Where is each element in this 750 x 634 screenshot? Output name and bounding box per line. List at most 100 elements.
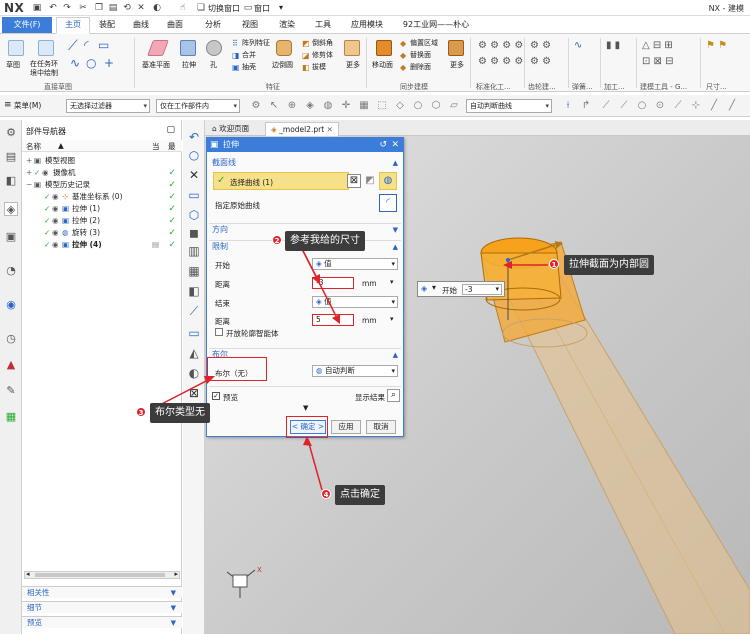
accordion-preview[interactable]: 预览 — [22, 616, 182, 629]
eye-icon[interactable]: ◉ — [52, 215, 59, 227]
expand-icon[interactable]: + — [26, 155, 32, 167]
system-scene-icon[interactable]: ▦ — [4, 410, 18, 424]
unit-dropdown-icon[interactable]: ▾ — [390, 315, 394, 323]
maximize-icon[interactable]: ▢ — [166, 125, 175, 135]
select-tool-icon[interactable]: ◍ — [322, 100, 334, 112]
grid-icon[interactable]: ▦ — [187, 264, 201, 278]
replace-face-icon[interactable]: ◆ — [400, 51, 406, 60]
scroll-right-icon[interactable]: ▸ — [174, 570, 178, 578]
sketch-in-task-button[interactable]: 在任务环境中绘制 — [30, 60, 64, 78]
tree-row-extrude-2[interactable]: ✓ ◉ ▣ 拉伸 (2) ✓ — [22, 215, 182, 227]
chamfer-icon[interactable]: ◩ — [302, 39, 310, 48]
window-menu-icon[interactable]: ▭ — [243, 3, 253, 13]
arc-icon[interactable]: ↶ — [187, 130, 201, 144]
expand-more-icon[interactable]: ▼ — [303, 404, 308, 412]
unite-button[interactable]: 合并 — [242, 50, 256, 60]
rectangle-tool-icon[interactable]: ▭ — [98, 38, 109, 52]
cylinder-icon[interactable]: ▥ — [187, 244, 201, 258]
cancel-button[interactable]: 取消 — [366, 420, 396, 434]
tab-92-site[interactable]: 92工业网——朴心 — [398, 18, 474, 32]
close-icon[interactable]: ✕ — [391, 138, 399, 152]
tab-assembly[interactable]: 装配 — [92, 18, 122, 32]
tree-row-revolve-3[interactable]: ✓ ◉ ◍ 旋转 (3) ✓ — [22, 227, 182, 239]
arc-tool-icon[interactable]: ◜ — [84, 38, 89, 52]
snap-icon[interactable]: ⟋ — [600, 100, 612, 112]
curve-rule-icon[interactable]: ◩ — [363, 174, 377, 188]
end-distance-input[interactable]: 5 — [312, 314, 354, 326]
tab-file[interactable]: 文件(F) — [2, 17, 52, 33]
datum-plane-button[interactable]: 基准平面 — [142, 60, 170, 70]
pattern-feature-button[interactable]: 阵列特征 — [242, 38, 270, 48]
build-tool-icon[interactable]: ⊡ ⊠ ⊟ — [642, 56, 674, 67]
type-filter-select[interactable]: 无选择过滤器 — [66, 99, 150, 113]
start-value-field[interactable]: -3 ▾ — [462, 284, 502, 295]
undo-icon[interactable]: ↶ — [48, 3, 58, 13]
dropdown-arrow-icon[interactable]: ▾ — [495, 285, 499, 294]
curve-rule-select[interactable]: 自动判断曲线 — [466, 99, 552, 113]
hole-icon[interactable] — [206, 40, 222, 56]
preview-checkbox[interactable]: ✓ — [212, 392, 220, 400]
select-curve-row[interactable]: ✓ 选择曲线 (1) — [213, 172, 349, 190]
std-tool-icon[interactable]: ⚙ ⚙ ⚙ ⚙ — [478, 40, 523, 51]
collapse-icon[interactable]: − — [26, 179, 32, 191]
replace-face-button[interactable]: 替换面 — [410, 50, 431, 60]
point-tool-icon[interactable]: + — [104, 56, 114, 70]
scope-select[interactable]: 仅在工作部件内 — [156, 99, 240, 113]
more-features-icon[interactable] — [344, 40, 360, 56]
eye-icon[interactable]: ◉ — [52, 227, 59, 239]
apply-button[interactable]: 应用 — [331, 420, 361, 434]
stop-at-intersection-icon[interactable]: ⟊ — [562, 100, 574, 112]
tree-row-history[interactable]: − ▣ 模型历史记录 ✓ — [22, 179, 182, 191]
chamfer-button[interactable]: 倒斜角 — [312, 38, 333, 48]
column-name[interactable]: 名称 — [26, 141, 41, 152]
rectangle-icon[interactable]: ▭ — [187, 188, 201, 202]
draft-icon[interactable]: ◧ — [302, 63, 310, 72]
sketch-icon[interactable] — [8, 40, 24, 56]
quick-access-more-icon[interactable]: ▾ — [279, 3, 283, 12]
circle-icon[interactable]: ○ — [187, 148, 201, 162]
tab-curve[interactable]: 曲线 — [126, 18, 156, 32]
tab-analysis[interactable]: 分析 — [198, 18, 228, 32]
onscreen-start-input[interactable]: ◈ ▾ 开始 -3 ▾ — [417, 281, 505, 297]
start-distance-input[interactable]: -3 — [312, 277, 354, 289]
gear-icon[interactable]: ⚙ ⚙ — [530, 56, 551, 67]
tree-row-datum-csys[interactable]: ✓ ◉ ⊹ 基准坐标系 (0) ✓ — [22, 191, 182, 203]
more-sync-icon[interactable] — [448, 40, 464, 56]
open-profile-checkbox[interactable] — [215, 328, 223, 336]
copy-icon[interactable]: ❐ — [94, 3, 104, 13]
shape-icon[interactable]: ◭ — [187, 346, 201, 360]
extrude-icon[interactable] — [180, 40, 196, 56]
rectangle-icon[interactable]: ▭ — [187, 326, 201, 340]
start-type-select[interactable]: ◈ 值 — [312, 258, 398, 270]
start-type-dropdown-icon[interactable]: ▾ — [432, 283, 436, 292]
select-tool-icon[interactable]: ◈ — [304, 100, 316, 112]
redo-icon[interactable]: ↷ — [62, 3, 72, 13]
curve-select-icon[interactable]: ◍ — [379, 172, 397, 190]
size-tool-icon[interactable]: ⚑ ⚑ — [706, 40, 727, 51]
menu-button[interactable]: 菜单(M) — [14, 100, 41, 111]
section-curve-header[interactable]: 截面线 — [209, 157, 401, 169]
extrude-button[interactable]: 拉伸 — [182, 60, 196, 70]
eye-icon[interactable]: ◉ — [52, 191, 59, 203]
snap-icon[interactable]: ⊹ — [690, 100, 702, 112]
hexagon-icon[interactable]: ⬡ — [187, 208, 201, 222]
switch-window-button[interactable]: 切换窗口 — [208, 3, 240, 14]
menu-icon[interactable]: ≡ — [4, 100, 12, 110]
repeat-icon[interactable]: ⟲ — [122, 3, 132, 13]
switch-window-icon[interactable]: ❏ — [196, 3, 206, 13]
snap-icon[interactable]: ○ — [636, 100, 648, 112]
sketch-section-icon[interactable]: ⊠ — [347, 174, 361, 188]
snap-icon[interactable]: ╱ — [708, 100, 720, 112]
select-tool-icon[interactable]: ⊕ — [286, 100, 298, 112]
tree-row-extrude-1[interactable]: ✓ ◉ ▣ 拉伸 (1) ✓ — [22, 203, 182, 215]
delete-icon[interactable]: ✕ — [136, 3, 146, 13]
tree-row-camera[interactable]: + ✓ ◉ 摄像机 ✓ — [22, 167, 182, 179]
hole-button[interactable]: 孔 — [210, 60, 217, 70]
tab-home[interactable]: 主页 — [56, 17, 90, 34]
snap-point-icon[interactable]: ✛ — [340, 100, 352, 112]
reuse-library-icon[interactable]: ▣ — [4, 230, 18, 244]
start-type-icon[interactable]: ◈ — [421, 284, 427, 293]
std-tool-icon[interactable]: ⚙ ⚙ ⚙ ⚙ — [478, 56, 523, 67]
history-icon[interactable]: ◔ — [4, 264, 18, 278]
constraint-navigator-icon[interactable]: ◧ — [4, 174, 18, 188]
